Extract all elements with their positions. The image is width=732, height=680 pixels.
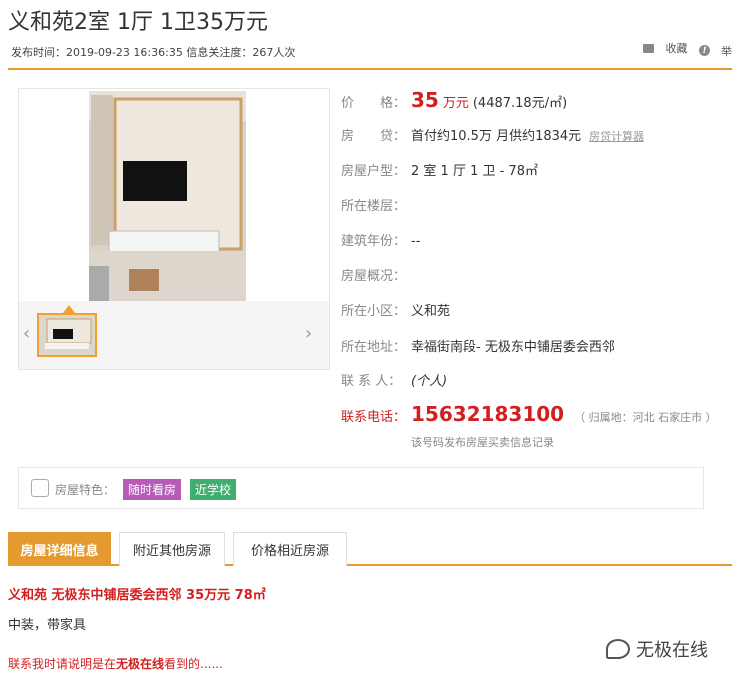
phone-number[interactable]: 15632183100 xyxy=(411,402,564,426)
favorite-button[interactable]: 收藏 xyxy=(642,40,688,56)
watermark: 无极在线 xyxy=(606,636,708,662)
report-button[interactable]: ! 举 xyxy=(699,43,732,59)
floor-label: 所在楼层： xyxy=(341,199,407,214)
note-suffix: 看到的...... xyxy=(164,657,223,671)
main-photo[interactable] xyxy=(89,91,246,301)
warning-icon: ! xyxy=(699,45,710,56)
price-unit: 万元 xyxy=(442,96,469,111)
community-value: 义和苑 xyxy=(411,304,451,319)
year-label: 建筑年份： xyxy=(341,234,407,249)
photo-gallery: ‹ › xyxy=(18,88,330,370)
loan-calculator-link[interactable]: 房贷计算器 xyxy=(589,128,644,144)
note-site: 无极在线 xyxy=(116,657,165,671)
community-label: 所在小区： xyxy=(341,304,407,319)
address-label: 所在地址： xyxy=(341,340,407,355)
year-value: -- xyxy=(411,234,421,249)
price-per-sqm: (4487.18元/㎡) xyxy=(472,96,568,111)
layout-label: 房屋户型： xyxy=(341,164,407,179)
feature-tag: 随时看房 xyxy=(123,479,182,500)
prev-arrow-icon[interactable]: ‹ xyxy=(23,323,30,344)
detail-tabs: 房屋详细信息 附近其他房源 价格相近房源 xyxy=(8,532,732,566)
detail-title: 义和苑 无极东中铺居委会西邻 35万元 78㎡ xyxy=(8,588,266,603)
contact-value: (个人) xyxy=(411,374,448,389)
report-label: 举 xyxy=(721,44,732,58)
feature-box: 房屋特色： 随时看房 近学校 xyxy=(18,467,704,509)
tab-detail-info[interactable]: 房屋详细信息 xyxy=(8,532,111,566)
folder-icon xyxy=(642,43,654,53)
detail-description: 中装，带家具 xyxy=(8,618,87,633)
note-prefix: 联系我时请说明是在 xyxy=(8,657,117,671)
post-meta: 发布时间：2019-09-23 16:36:35 信息关注度：267人次 xyxy=(11,46,296,59)
watermark-text: 无极在线 xyxy=(636,640,708,661)
next-arrow-icon[interactable]: › xyxy=(305,323,312,344)
thumbnail-strip: ‹ › xyxy=(19,301,329,369)
feature-label: 房屋特色： xyxy=(55,483,116,497)
contact-label: 联 系 人： xyxy=(341,374,402,389)
price-label: 价 格： xyxy=(341,96,407,111)
phone-history-link[interactable]: 该号码发布房屋买卖信息记录 xyxy=(411,434,554,450)
top-actions: 收藏 ! 举 xyxy=(635,40,732,59)
chat-bubble-icon xyxy=(606,639,630,659)
address-value: 幸福街南段- 无极东中铺居委会西邻 xyxy=(411,340,615,355)
loan-label: 房 贷： xyxy=(341,129,407,144)
thumbs-up-icon xyxy=(31,479,49,497)
layout-value: 2 室 1 厅 1 卫 - 78㎡ xyxy=(411,164,538,179)
loan-value: 首付约10.5万 月供约1834元 xyxy=(411,129,582,144)
thumb-indicator xyxy=(63,305,75,313)
phone-label: 联系电话： xyxy=(341,410,407,425)
overview-label: 房屋概况： xyxy=(341,269,407,284)
tab-similar-price[interactable]: 价格相近房源 xyxy=(233,532,347,566)
favorite-label: 收藏 xyxy=(665,42,688,55)
phone-location: （ 归属地：河北 石家庄市 ） xyxy=(574,411,717,424)
tab-nearby-listings[interactable]: 附近其他房源 xyxy=(119,532,225,566)
contact-note: 联系我时请说明是在无极在线看到的...... xyxy=(8,655,223,672)
feature-tag: 近学校 xyxy=(190,479,237,500)
header-divider xyxy=(8,68,732,70)
page-title: 义和苑2室 1厅 1卫35万元 xyxy=(8,10,268,35)
price-value: 35 xyxy=(411,88,439,112)
thumbnail-1[interactable] xyxy=(37,313,97,357)
